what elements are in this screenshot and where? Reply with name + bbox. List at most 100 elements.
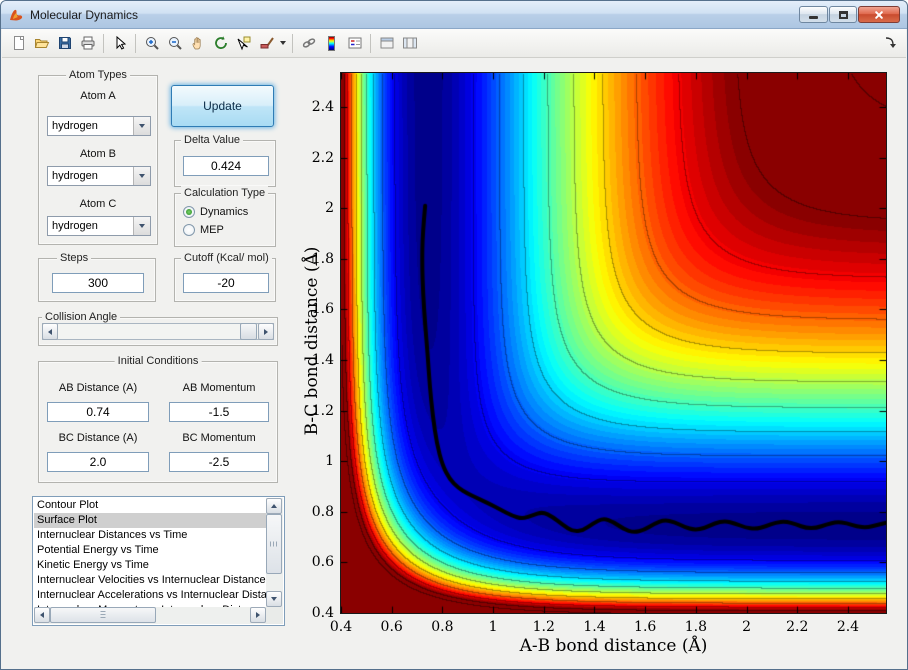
insert-legend-icon[interactable] bbox=[343, 32, 366, 55]
rotate-3d-icon[interactable] bbox=[209, 32, 232, 55]
link-plot-icon[interactable] bbox=[297, 32, 320, 55]
list-item[interactable]: Surface Plot bbox=[34, 513, 266, 528]
scroll-right-arrow[interactable] bbox=[250, 607, 266, 623]
show-plot-tools-icon[interactable] bbox=[398, 32, 421, 55]
radio-mep-label: MEP bbox=[200, 224, 224, 236]
atom-c-value: hydrogen bbox=[52, 220, 98, 232]
atom-a-label: Atom A bbox=[80, 90, 116, 102]
atom-a-dropdown[interactable]: hydrogen bbox=[47, 116, 151, 136]
atom-c-label: Atom C bbox=[79, 198, 117, 210]
x-tick-label: 0.6 bbox=[380, 619, 403, 635]
ab-distance-input[interactable] bbox=[47, 402, 149, 422]
scroll-up-arrow[interactable] bbox=[266, 498, 282, 514]
list-item[interactable]: Internuclear Velocities vs Internuclear … bbox=[34, 573, 266, 588]
ab-momentum-input[interactable] bbox=[169, 402, 269, 422]
slider-thumb[interactable] bbox=[240, 323, 257, 340]
y-tick-label: 0.6 bbox=[311, 554, 334, 571]
cutoff-input[interactable] bbox=[183, 273, 269, 293]
ab-distance-label: AB Distance (A) bbox=[58, 382, 138, 394]
minimize-icon bbox=[809, 16, 818, 19]
radio-dynamics[interactable]: Dynamics bbox=[183, 205, 248, 219]
steps-input[interactable] bbox=[52, 273, 144, 293]
figure-content: Atom Types Atom A hydrogen Atom B hydrog… bbox=[2, 58, 906, 669]
x-tick-label: 0.8 bbox=[431, 619, 454, 635]
maximize-icon bbox=[838, 10, 848, 19]
plot-type-listbox[interactable]: Contour Plot Surface Plot Internuclear D… bbox=[32, 496, 285, 626]
minimize-button[interactable] bbox=[799, 6, 828, 23]
zoom-out-icon[interactable] bbox=[163, 32, 186, 55]
initial-conditions-panel: Initial Conditions AB Distance (A) AB Mo… bbox=[38, 354, 278, 483]
cutoff-panel: Cutoff (Kcal/ mol) bbox=[174, 251, 276, 302]
y-tick-label: 1.2 bbox=[311, 402, 334, 419]
slider-track[interactable] bbox=[59, 323, 257, 340]
zoom-in-icon[interactable] bbox=[140, 32, 163, 55]
y-tick-label: 1 bbox=[325, 453, 334, 470]
dock-figure-icon[interactable] bbox=[878, 32, 901, 55]
x-tick-label: 2 bbox=[742, 619, 752, 635]
update-button-label: Update bbox=[203, 99, 242, 113]
axes-box bbox=[340, 72, 887, 614]
list-item[interactable]: Internuclear Accelerations vs Internucle… bbox=[34, 588, 266, 603]
window-title: Molecular Dynamics bbox=[30, 7, 139, 22]
bc-distance-input[interactable] bbox=[47, 452, 149, 472]
data-cursor-icon[interactable] bbox=[232, 32, 255, 55]
list-item[interactable]: Contour Plot bbox=[34, 498, 266, 513]
delta-value-input[interactable] bbox=[183, 156, 269, 176]
maximize-button[interactable] bbox=[829, 6, 857, 23]
scroll-down-arrow[interactable] bbox=[266, 591, 282, 607]
radio-icon bbox=[183, 224, 195, 236]
slider-right-arrow[interactable] bbox=[258, 323, 274, 340]
radio-dynamics-label: Dynamics bbox=[200, 206, 249, 218]
x-tick-label: 1 bbox=[488, 619, 498, 635]
scroll-left-arrow[interactable] bbox=[34, 607, 50, 623]
horizontal-scroll-thumb[interactable] bbox=[50, 607, 156, 623]
close-button[interactable] bbox=[858, 6, 900, 23]
update-button[interactable]: Update bbox=[171, 85, 274, 127]
insert-colorbar-icon[interactable] bbox=[320, 32, 343, 55]
title-bar[interactable]: Molecular Dynamics bbox=[1, 1, 907, 29]
save-figure-icon[interactable] bbox=[53, 32, 76, 55]
toolbar-separator bbox=[103, 33, 104, 53]
dropdown-arrow-icon[interactable] bbox=[133, 217, 150, 235]
listbox-horizontal-scrollbar[interactable] bbox=[34, 607, 266, 624]
list-item[interactable]: Internuclear Distances vs Time bbox=[34, 528, 266, 543]
atom-a-value: hydrogen bbox=[52, 120, 98, 132]
brush-data-icon[interactable] bbox=[255, 32, 278, 55]
y-tick-label: 2.4 bbox=[311, 99, 334, 116]
panel-title: Calculation Type bbox=[181, 186, 269, 200]
list-item[interactable]: Potential Energy vs Time bbox=[34, 543, 266, 558]
y-axis-label: B-C bond distance (Å) bbox=[302, 246, 322, 436]
panel-title: Collision Angle bbox=[42, 310, 121, 324]
pan-hand-icon[interactable] bbox=[186, 32, 209, 55]
bc-distance-label: BC Distance (A) bbox=[58, 432, 138, 444]
ab-momentum-label: AB Momentum bbox=[182, 382, 256, 394]
close-icon bbox=[873, 9, 885, 21]
brush-dropdown-icon[interactable] bbox=[278, 32, 288, 55]
pes-contour-canvas[interactable] bbox=[341, 73, 886, 613]
atom-b-dropdown[interactable]: hydrogen bbox=[47, 166, 151, 186]
collision-angle-slider[interactable] bbox=[42, 323, 274, 340]
dropdown-arrow-icon[interactable] bbox=[133, 117, 150, 135]
listbox-vertical-scrollbar[interactable] bbox=[266, 498, 283, 607]
radio-mep[interactable]: MEP bbox=[183, 223, 224, 237]
x-tick-label: 2.2 bbox=[786, 619, 809, 635]
open-file-icon[interactable] bbox=[30, 32, 53, 55]
panel-title: Initial Conditions bbox=[114, 354, 202, 368]
list-item[interactable]: Kinetic Energy vs Time bbox=[34, 558, 266, 573]
y-tick-label: 2 bbox=[325, 200, 334, 217]
atom-b-label: Atom B bbox=[79, 148, 117, 160]
bc-momentum-input[interactable] bbox=[169, 452, 269, 472]
x-tick-label: 0.4 bbox=[329, 619, 353, 635]
y-tick-label: 0.8 bbox=[311, 503, 334, 520]
new-figure-icon[interactable] bbox=[7, 32, 30, 55]
print-figure-icon[interactable] bbox=[76, 32, 99, 55]
hide-plot-tools-icon[interactable] bbox=[375, 32, 398, 55]
panel-title: Delta Value bbox=[181, 133, 244, 147]
edit-plot-icon[interactable] bbox=[108, 32, 131, 55]
calculation-type-panel: Calculation Type Dynamics MEP bbox=[174, 186, 276, 247]
atom-c-dropdown[interactable]: hydrogen bbox=[47, 216, 151, 236]
x-tick-label: 1.4 bbox=[583, 619, 606, 635]
vertical-scroll-thumb[interactable] bbox=[266, 514, 282, 574]
dropdown-arrow-icon[interactable] bbox=[133, 167, 150, 185]
slider-left-arrow[interactable] bbox=[42, 323, 58, 340]
